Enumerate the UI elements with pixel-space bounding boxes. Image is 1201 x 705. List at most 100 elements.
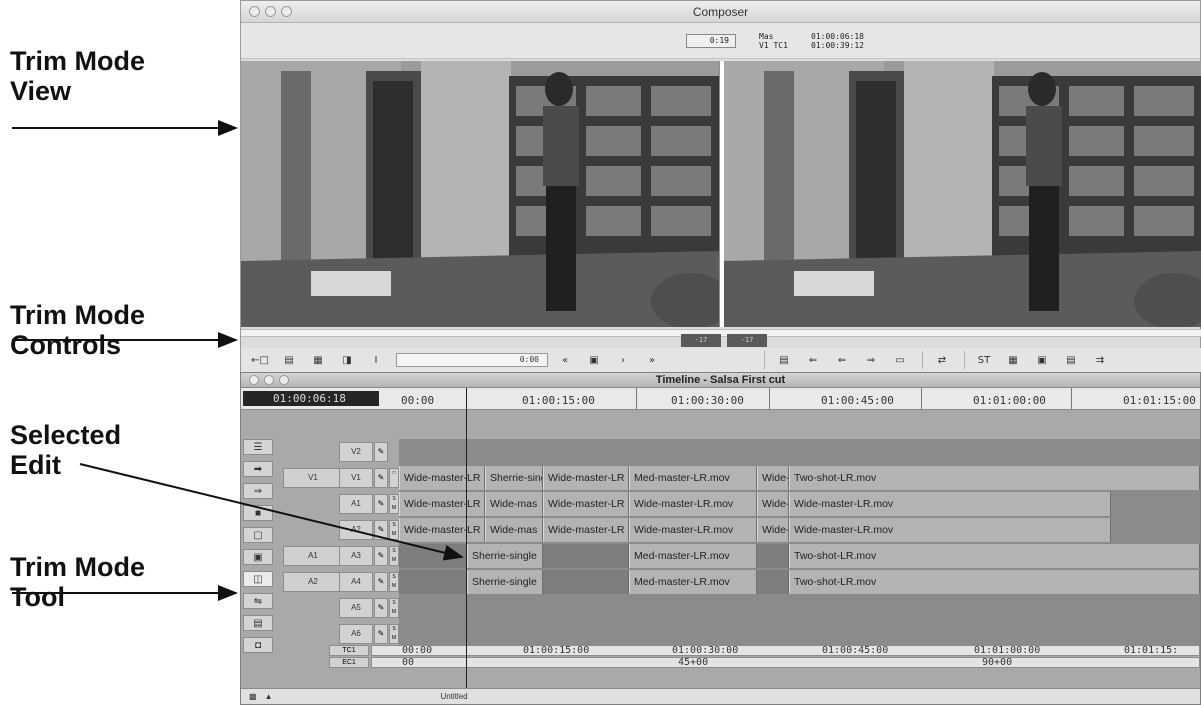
filler[interactable] (399, 570, 467, 594)
clip[interactable]: Two-shot-LR.mov (789, 466, 1200, 490)
sync-lock-icon[interactable]: ✎ (374, 442, 388, 462)
clip[interactable]: Med-master-LR.mov (629, 544, 757, 568)
sync-lock-icon[interactable]: ✎ (374, 598, 388, 618)
swap-button[interactable]: ⇄ (929, 351, 955, 369)
sync-lock-icon[interactable]: ✎ (374, 624, 388, 644)
effect-button[interactable]: ▦ (1000, 351, 1026, 369)
track-selector-a1[interactable]: A1 (339, 494, 373, 514)
video-monitor-icon[interactable]: □ (389, 468, 399, 488)
sync-lock-icon[interactable]: ✎ (374, 572, 388, 592)
outgoing-frame-monitor[interactable] (241, 61, 720, 327)
track-lane[interactable] (399, 595, 1200, 621)
source-track-a2[interactable]: A2 (283, 572, 343, 592)
clip[interactable]: Wide-master-LR (543, 466, 629, 490)
track-selector-a6[interactable]: A6 (339, 624, 373, 644)
audio-monitor-icon[interactable]: SM (389, 546, 399, 566)
track-selector-strip: A1 ✎ SM (281, 491, 399, 515)
position-indicator[interactable] (466, 388, 467, 690)
monitor-button[interactable]: ▤ (1058, 351, 1084, 369)
audio-monitor-icon[interactable]: SM (389, 494, 399, 514)
ec1-track-label[interactable]: EC1 (329, 657, 369, 668)
track-selector-a4[interactable]: A4 (339, 572, 373, 592)
track-lane[interactable] (399, 439, 1200, 465)
pointer-icon[interactable]: ➡ (243, 461, 273, 477)
trim-position-field[interactable]: 0:00 (396, 353, 548, 367)
clip-selected-edit[interactable]: Sherrie-single (467, 544, 543, 568)
splice-button[interactable]: ⇒ (858, 351, 884, 369)
slip-button[interactable]: ⇉ (1087, 351, 1113, 369)
zoom-slider-icon[interactable]: ▲ (265, 692, 273, 701)
filler[interactable] (543, 544, 629, 568)
filler[interactable] (399, 544, 467, 568)
audio-monitor-icon[interactable]: SM (389, 572, 399, 592)
track-view-icon[interactable]: ▤ (243, 615, 273, 631)
clip[interactable]: Wide-mas (485, 518, 543, 542)
clip-selected-edit[interactable]: Sherrie-single (467, 570, 543, 594)
sync-lock-icon[interactable]: ✎ (374, 520, 388, 540)
sync-lock-icon[interactable]: ✎ (374, 546, 388, 566)
clip[interactable]: Wide-master-LR (543, 518, 629, 542)
clip[interactable]: Two-shot-LR.mov (789, 570, 1200, 594)
clear-marks-button[interactable]: ▭ (887, 351, 913, 369)
clip[interactable]: Sherrie-single (485, 466, 543, 490)
slip-tool-icon[interactable]: ⇋ (243, 593, 273, 609)
track-selector-v1[interactable]: V1 (339, 468, 373, 488)
audio-monitor-icon[interactable]: SM (389, 520, 399, 540)
source-track-v1[interactable]: V1 (283, 468, 343, 488)
clip[interactable]: Wide- (757, 466, 789, 490)
cursor-button[interactable]: I (363, 351, 389, 369)
sync-lock-icon[interactable]: ✎ (374, 494, 388, 514)
track-selector-a5[interactable]: A5 (339, 598, 373, 618)
clip[interactable]: Wide-mas (485, 492, 543, 516)
toolbar-menu-icon[interactable]: ☰ (243, 439, 273, 455)
link-icon[interactable]: ⇒ (243, 483, 273, 499)
play-loop-button[interactable]: ▣ (581, 351, 607, 369)
clip[interactable]: Med-master-LR.mov (629, 570, 757, 594)
overwrite-button[interactable]: ▤ (771, 351, 797, 369)
audio-monitor-icon[interactable]: ▢ (243, 527, 273, 543)
clip[interactable]: Wide-master-LR.mov (629, 518, 757, 542)
multi-grid-button[interactable]: ▦ (305, 351, 331, 369)
clip[interactable]: Wide- (757, 518, 789, 542)
video-quality-icon[interactable]: ▣ (243, 549, 273, 565)
grid-button[interactable]: ▤ (276, 351, 302, 369)
sync-lock-icon[interactable]: ✎ (374, 468, 388, 488)
audio-monitor-icon[interactable]: SM (389, 598, 399, 618)
clip[interactable]: Wide-master-LR (399, 518, 485, 542)
clip[interactable]: Wide-master-LR (543, 492, 629, 516)
audio-monitor-icon[interactable]: SM (389, 624, 399, 644)
mark-in-button[interactable]: ←□ (247, 351, 273, 369)
clip[interactable]: Wide-master-LR (399, 492, 485, 516)
timecode-ruler[interactable]: 01:00:06:18 00:00 01:00:15:00 01:00:30:0… (241, 388, 1200, 410)
subtitle-button[interactable]: ST (971, 351, 997, 369)
clip[interactable]: Med-master-LR.mov (629, 466, 757, 490)
fast-menu-icon[interactable]: ▩ (249, 692, 257, 701)
lift-button[interactable]: ⇐ (800, 351, 826, 369)
clip[interactable]: Wide- (757, 492, 789, 516)
clip[interactable]: Wide-master-LR.mov (789, 518, 1111, 542)
split-view-button[interactable]: ◨ (334, 351, 360, 369)
filler[interactable] (543, 570, 629, 594)
render-button[interactable]: ▣ (1029, 351, 1055, 369)
filler[interactable] (757, 570, 789, 594)
clip[interactable]: Wide-master-LR.mov (789, 492, 1111, 516)
tc1-track-label[interactable]: TC1 (329, 645, 369, 656)
clip[interactable]: Wide-master-LR.mov (629, 492, 757, 516)
incoming-frame-monitor[interactable] (723, 61, 1201, 327)
clip[interactable]: Wide-master-LR (399, 466, 485, 490)
trim-mode-tool-icon[interactable]: ◫ (243, 571, 273, 587)
track-lane[interactable] (399, 621, 1200, 647)
filler[interactable] (757, 544, 789, 568)
clip[interactable]: Two-shot-LR.mov (789, 544, 1200, 568)
track-selector-a2[interactable]: A2 (339, 520, 373, 540)
ruler-tick (921, 388, 922, 410)
trim-forward-button[interactable]: » (639, 351, 665, 369)
trim-forward-one-button[interactable]: › (610, 351, 636, 369)
extract-button[interactable]: ⇐ (829, 351, 855, 369)
segment-mode-icon[interactable]: ■ (243, 505, 273, 521)
track-selector-v2[interactable]: V2 (339, 442, 373, 462)
trim-duration-display[interactable]: 0:19 (686, 34, 736, 48)
track-selector-a3[interactable]: A3 (339, 546, 373, 566)
trim-back-button[interactable]: « (552, 351, 578, 369)
source-track-a1[interactable]: A1 (283, 546, 343, 566)
